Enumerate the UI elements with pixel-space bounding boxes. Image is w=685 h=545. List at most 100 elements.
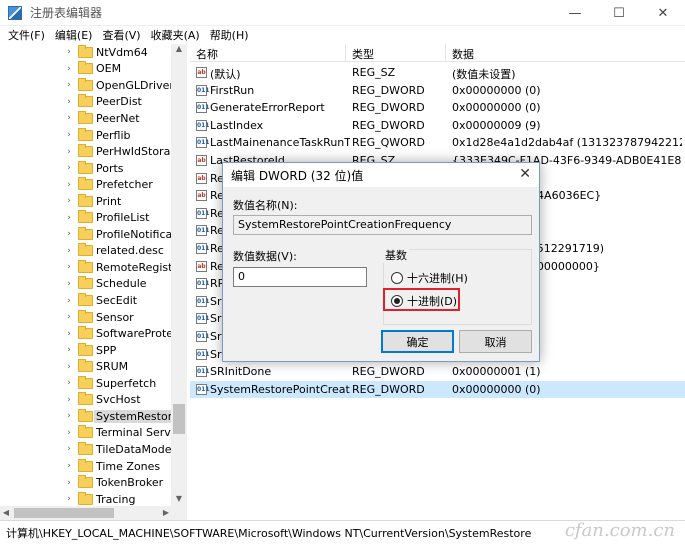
tree-item[interactable]: › OpenGLDrivers [0,77,180,94]
column-header-type[interactable]: 类型 [352,46,374,62]
tree-item[interactable]: › PerHwIdStorag [0,143,177,160]
chevron-right-icon[interactable]: › [64,163,74,173]
scroll-thumb[interactable] [173,404,185,434]
chevron-right-icon[interactable]: › [64,444,74,454]
menu-help[interactable]: 帮助(H) [210,27,249,43]
tree-item[interactable]: › Sensor [0,309,172,326]
value-name: (默认) [210,68,241,81]
chevron-right-icon[interactable]: › [64,97,74,107]
tree-item[interactable]: › ProfileNotificati [0,226,180,243]
chevron-right-icon[interactable]: › [64,411,74,421]
dialog-close-icon[interactable]: ✕ [519,166,531,182]
table-row[interactable]: 011 LastMainenanceTaskRunTi... REG_QWORD 0x… [190,134,685,152]
scroll-right-icon[interactable]: ▶ [160,506,172,520]
value-data: 0x00000001 (1) [452,365,541,379]
chevron-right-icon[interactable]: › [64,147,74,157]
table-row[interactable]: 011 GenerateErrorReport REG_DWORD 0x0000000… [190,99,685,117]
window-title: 注册表编辑器 [30,6,103,20]
tree-item-label: ProfileList [96,211,150,225]
tree-item[interactable]: › Terminal Server [0,425,182,442]
tree-item[interactable]: › SvcHost [0,392,172,409]
table-row[interactable]: 011 LastIndex REG_DWORD 0x00000009 (9) [190,117,685,135]
chevron-right-icon[interactable]: › [64,395,74,405]
chevron-right-icon[interactable]: › [64,312,74,322]
tree-item[interactable]: › Tracing [0,491,172,506]
ok-button[interactable]: 确定 [381,330,454,353]
tree-item[interactable]: › OEM [0,61,172,78]
chevron-right-icon[interactable]: › [64,64,74,74]
string-value-icon: ab [196,67,207,78]
tree-item[interactable]: › Time Zones [0,458,172,475]
chevron-right-icon[interactable]: › [64,296,74,306]
menu-edit[interactable]: 编辑(E) [55,27,93,43]
menu-favorites[interactable]: 收藏夹(A) [151,27,200,43]
hex-radio[interactable]: 十六进制(H) [391,270,468,286]
chevron-right-icon[interactable]: › [64,478,74,488]
maximize-icon: ☐ [613,5,625,21]
tree-item[interactable]: › PeerNet [0,110,172,127]
tree-item[interactable]: › ProfileList [0,210,172,227]
tree-item[interactable]: › SRUM [0,358,172,375]
tree-item[interactable]: › TokenBroker [0,474,172,491]
tree-item[interactable]: › Schedule [0,276,172,293]
chevron-right-icon[interactable]: › [64,428,74,438]
chevron-right-icon[interactable]: › [64,80,74,90]
column-header-data[interactable]: 数据 [452,46,474,62]
tree-item[interactable]: › SoftwareProtec [0,325,179,342]
tree-item[interactable]: › Prefetcher [0,176,172,193]
chevron-right-icon[interactable]: › [64,113,74,123]
column-divider[interactable] [445,44,446,62]
tree-item[interactable]: › Ports [0,160,172,177]
table-row[interactable]: ab (默认) REG_SZ (数值未设置) [190,64,685,82]
tree-item[interactable]: › SecEdit [0,292,172,309]
menu-view[interactable]: 查看(V) [102,27,140,43]
value-data-input[interactable]: 0 [233,267,367,287]
scroll-left-icon[interactable]: ◀ [0,506,12,520]
tree-item[interactable]: › Print [0,193,172,210]
close-button[interactable]: ✕ [641,0,685,26]
chevron-right-icon[interactable]: › [64,378,74,388]
column-header-name[interactable]: 名称 [196,46,218,62]
chevron-right-icon[interactable]: › [64,262,74,272]
tree-item[interactable]: › RemoteRegistry [0,259,183,276]
chevron-right-icon[interactable]: › [64,47,74,57]
folder-icon [78,392,93,406]
tree-item[interactable]: › SystemRestore [0,408,181,425]
tree-item[interactable]: › SPP [0,342,172,359]
chevron-right-icon[interactable]: › [64,180,74,190]
scroll-up-icon[interactable]: ▲ [171,44,187,56]
table-row[interactable]: 011 SRInitDone REG_DWORD 0x00000001 (1) [190,363,685,381]
tree-item[interactable]: › Superfetch [0,375,172,392]
tree-item[interactable]: › TileDataModel [0,441,175,458]
column-divider[interactable] [345,44,346,62]
radio-unchecked-icon[interactable] [391,272,403,284]
chevron-right-icon[interactable]: › [64,130,74,140]
scroll-down-icon[interactable]: ▼ [171,494,187,506]
folder-icon [78,210,93,224]
table-row[interactable]: 011 FirstRun REG_DWORD 0x00000000 (0) [190,82,685,100]
tree-item[interactable]: › Perflib [0,127,172,144]
tree-item[interactable]: › NtVdm64 [0,44,172,61]
menu-file[interactable]: 文件(F) [8,27,45,43]
chevron-right-icon[interactable]: › [64,345,74,355]
cancel-button[interactable]: 取消 [459,330,532,353]
tree-vertical-scrollbar[interactable]: ▲ ▼ [171,44,187,506]
chevron-right-icon[interactable]: › [64,362,74,372]
minimize-button[interactable]: — [553,0,597,26]
chevron-right-icon[interactable]: › [64,229,74,239]
chevron-right-icon[interactable]: › [64,279,74,289]
maximize-button[interactable]: ☐ [597,0,641,26]
chevron-right-icon[interactable]: › [64,329,74,339]
hscroll-thumb[interactable] [14,508,114,518]
tree-horizontal-scrollbar[interactable]: ◀ ▶ [0,506,187,520]
table-row[interactable]: 011 SystemRestorePointCreati... REG_DWORD 0… [190,380,685,399]
tree-item[interactable]: › PeerDist [0,94,172,111]
tree-item[interactable]: › related.desc [0,243,172,260]
chevron-right-icon[interactable]: › [64,196,74,206]
folder-icon [78,475,93,489]
chevron-right-icon[interactable]: › [64,246,74,256]
value-name-field[interactable]: SystemRestorePointCreationFrequency [233,215,532,235]
chevron-right-icon[interactable]: › [64,461,74,471]
chevron-right-icon[interactable]: › [64,213,74,223]
chevron-right-icon[interactable]: › [64,494,74,504]
